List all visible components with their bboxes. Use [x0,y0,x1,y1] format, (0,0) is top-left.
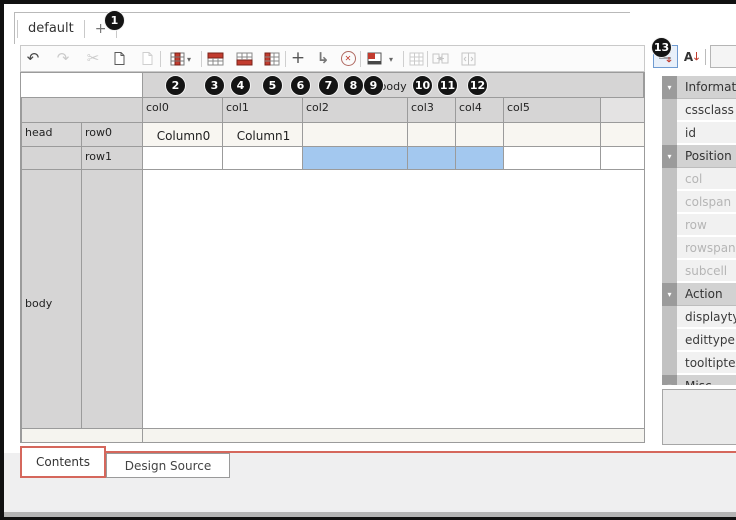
annotation-badge-2: 2 [165,75,186,96]
split-cells-icon [456,47,480,70]
properties-list: ▾Information cssclass id ▾Position col c… [662,76,736,385]
tab-separator [84,20,85,38]
property-group-position[interactable]: ▾Position [662,145,736,168]
toolbar-separator [705,49,706,65]
insert-row-below-icon[interactable] [232,47,256,70]
move-cell-icon[interactable]: ↳ [311,47,335,70]
cut-icon: ✂ [81,47,105,70]
property-row-tooltiptext[interactable]: tooltiptext [662,352,736,375]
chevron-down-icon[interactable]: ▾ [662,76,677,99]
table-footer-left [21,428,151,443]
paste-icon [135,47,159,70]
annotation-badge-8: 8 [343,75,364,96]
property-row-row: row [662,214,736,237]
tab-separator [17,20,18,38]
body-row-label-column[interactable] [81,169,151,437]
body-data-area[interactable] [142,169,645,437]
properties-detail-box [662,389,736,445]
select-column-dropdown-icon[interactable]: ▾ [187,55,191,64]
toolbar-separator [160,51,161,67]
toolbar-separator [360,51,361,67]
copy-icon[interactable] [107,47,131,70]
property-row-displaytype[interactable]: displaytype [662,306,736,329]
tab-contents[interactable]: Contents [20,446,106,478]
property-row-cssclass[interactable]: cssclass [662,99,736,122]
property-group-action[interactable]: ▾Action [662,283,736,306]
table-cell-row0-col0[interactable]: Column0 [142,122,225,149]
chevron-down-icon[interactable]: ▾ [662,145,677,168]
add-cell-icon[interactable]: + [286,47,310,70]
annotation-badge-6: 6 [290,75,311,96]
property-row-subcell: subcell [662,260,736,283]
table-footer-right [142,428,645,443]
tab-design-source[interactable]: Design Source [106,453,230,478]
merge-cells-icon [428,47,452,70]
annotation-badge-7: 7 [318,75,339,96]
select-column-icon[interactable] [165,47,189,70]
toolbar-separator [201,51,202,67]
sort-alphabetical-icon[interactable]: A [682,46,702,67]
window-border-left [0,0,4,520]
chevron-down-icon[interactable]: ▾ [662,375,677,385]
insert-column-icon[interactable] [260,47,284,70]
property-row-col: col [662,168,736,191]
editor-toolbar: ↶ ↷ ✂ ▾ + ↳ ✕ ▾ [20,45,645,72]
annotation-badge-11: 11 [437,75,458,96]
property-row-id[interactable]: id [662,122,736,145]
property-group-information[interactable]: ▾Information [662,76,736,99]
show-grid-icon [404,47,428,70]
table-editor-canvas: body col0 col1 col2 col3 col4 col5 head … [20,72,645,443]
annotation-badge-12: 12 [467,75,488,96]
annotation-badge-5: 5 [262,75,283,96]
window-border-top [0,0,736,4]
annotation-badge-9: 9 [363,75,384,96]
tab-default[interactable]: default [28,21,74,36]
property-group-misc[interactable]: ▾Misc [662,375,736,385]
property-row-rowspan: rowspan [662,237,736,260]
undo-icon[interactable]: ↶ [21,47,45,70]
annotation-badge-1: 1 [104,10,125,31]
active-tab-accent-line [104,451,736,453]
cell-format-icon[interactable] [362,47,386,70]
section-label-body[interactable]: body [21,169,90,437]
annotation-badge-3: 3 [204,75,225,96]
annotation-badge-10: 10 [412,75,433,96]
redo-icon: ↷ [51,47,75,70]
table-cell-row0-col1[interactable]: Column1 [222,122,305,149]
annotation-badge-4: 4 [230,75,251,96]
properties-extra-icon[interactable] [710,45,736,68]
cell-format-dropdown-icon[interactable]: ▾ [389,55,393,64]
chevron-down-icon[interactable]: ▾ [662,283,677,306]
annotation-badge-13: 13 [651,37,672,58]
insert-row-above-icon[interactable] [203,47,227,70]
property-row-colspan: colspan [662,191,736,214]
property-row-edittype[interactable]: edittype [662,329,736,352]
delete-cell-icon[interactable]: ✕ [336,47,360,70]
